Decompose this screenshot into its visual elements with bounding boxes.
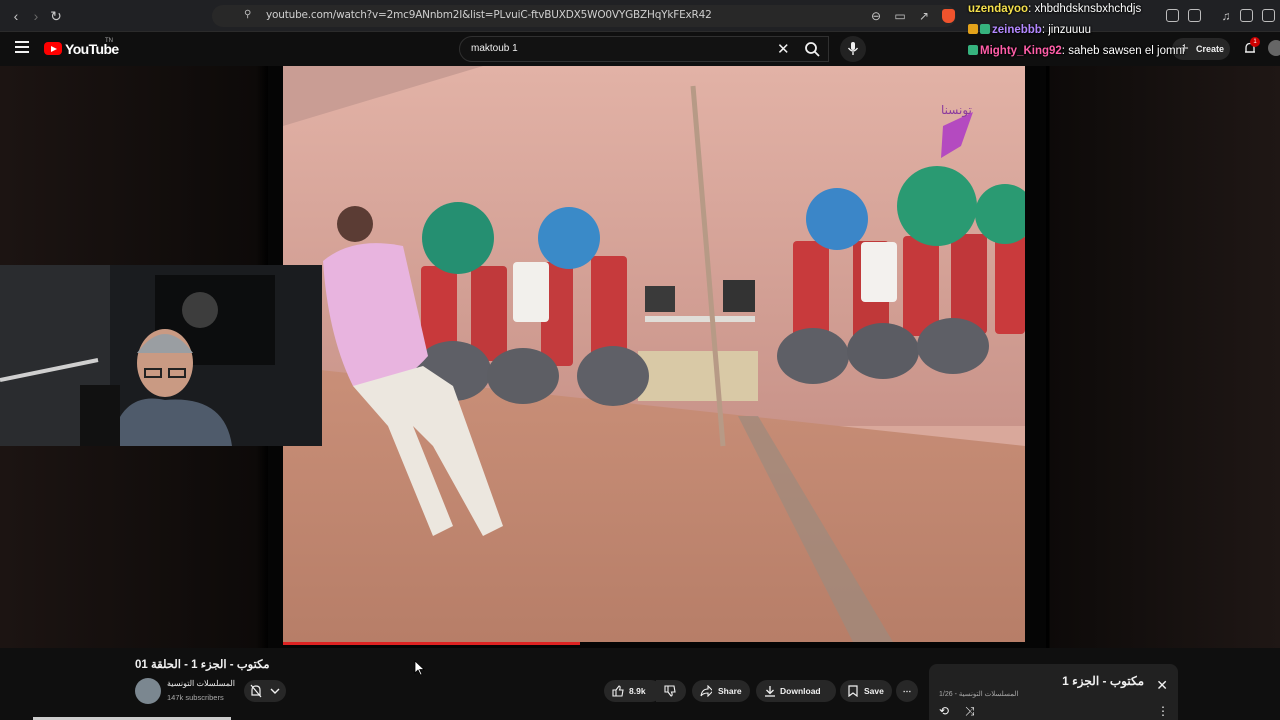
save-label: Save <box>864 686 884 696</box>
clear-search-icon[interactable]: ✕ <box>777 40 790 58</box>
playback-progress[interactable] <box>283 642 580 645</box>
create-label: Create <box>1196 44 1225 54</box>
streamer-webcam <box>0 265 322 446</box>
chat-message: uzendayoo: xhbdhdsknsbxhchdjs <box>968 3 1142 15</box>
chat-username: Mighty_King92 <box>980 45 1062 57</box>
chat-username: uzendayoo <box>968 3 1029 15</box>
search-query: maktoub 1 <box>471 43 518 54</box>
crown-badge-icon <box>968 24 978 34</box>
forward-icon[interactable]: › <box>26 6 46 26</box>
url-text: youtube.com/watch?v=2mc9ANnbm2I&list=PLv… <box>266 9 712 21</box>
more-actions-button[interactable]: ⋯ <box>896 680 918 702</box>
thumbs-down-icon <box>664 685 676 697</box>
shuffle-icon[interactable]: ⤨ <box>965 704 975 719</box>
search-icon <box>805 42 820 57</box>
subscribed-notification-button[interactable] <box>244 680 286 702</box>
download-label: Download <box>780 686 821 696</box>
playlist-position: 1/26 - المسلسلات التونسية <box>939 691 1019 698</box>
channel-name[interactable]: المسلسلات التونسية <box>167 679 235 688</box>
video-scene: تونسنا <box>283 66 1025 642</box>
account-avatar[interactable] <box>1268 40 1280 56</box>
subscriber-badge-icon <box>968 45 978 55</box>
voice-search-button[interactable] <box>840 36 866 62</box>
svg-text:تونسنا: تونسنا <box>941 103 972 118</box>
zoom-icon[interactable]: ⊖ <box>866 6 886 26</box>
youtube-play-icon <box>44 42 62 55</box>
more-icon: ⋯ <box>902 686 912 696</box>
chat-text: jinzuuuu <box>1048 24 1092 36</box>
mouse-cursor-icon <box>414 660 426 676</box>
share-button[interactable]: Share <box>692 680 750 702</box>
playlist-more-icon[interactable]: ⋮ <box>1157 704 1169 718</box>
reload-icon[interactable]: ↻ <box>46 6 66 26</box>
download-icon <box>765 686 775 697</box>
save-button[interactable]: Save <box>840 680 892 702</box>
bell-off-icon <box>250 684 280 698</box>
back-icon[interactable]: ‹ <box>6 6 26 26</box>
brave-shield-icon[interactable] <box>942 9 955 23</box>
like-count: 8.9k <box>629 686 646 696</box>
subscriber-count: 147k subscribers <box>167 693 224 702</box>
sidebar-icon[interactable] <box>1240 9 1253 22</box>
chat-message: Mighty_King92: saheb sawsen el jomni <box>968 45 1185 57</box>
extensions-icon[interactable] <box>1166 9 1179 22</box>
chat-message: zeinebbb: jinzuuuu <box>968 24 1091 36</box>
search-input[interactable]: maktoub 1 ✕ <box>459 36 829 62</box>
region-code: TN <box>105 38 113 44</box>
notification-badge: 1 <box>1250 37 1260 47</box>
share-page-icon[interactable]: ↗ <box>914 6 934 26</box>
video-frame[interactable]: تونسنا <box>283 66 1025 642</box>
loop-icon[interactable]: ⟲ <box>939 704 949 718</box>
wallet-icon[interactable] <box>1262 9 1275 22</box>
chat-text: saheb sawsen el jomni <box>1068 45 1185 57</box>
video-title: مكتوب - الجزء 1 - الحلقة 01 <box>135 659 270 671</box>
address-bar[interactable]: ⚲ youtube.com/watch?v=2mc9ANnbm2I&list=P… <box>212 5 956 27</box>
chat-text: xhbdhdsknsbxhchdjs <box>1034 3 1142 15</box>
download-tray-icon[interactable] <box>1188 9 1201 22</box>
playlist-panel[interactable]: مكتوب - الجزء 1 1/26 - المسلسلات التونسي… <box>929 664 1178 720</box>
close-playlist-icon[interactable]: ✕ <box>1156 677 1168 694</box>
save-playlist-icon <box>848 685 858 697</box>
dislike-button[interactable] <box>656 680 686 702</box>
like-button[interactable]: 8.9k <box>604 680 662 702</box>
share-label: Share <box>718 686 742 696</box>
playlist-title: مكتوب - الجزء 1 <box>1062 674 1144 688</box>
share-icon <box>700 685 712 697</box>
webcam-scene <box>0 265 322 446</box>
site-info-icon[interactable]: ⚲ <box>244 9 251 20</box>
channel-avatar[interactable] <box>135 678 161 704</box>
cast-icon[interactable]: ▭ <box>890 6 910 26</box>
media-icon[interactable]: ♫ <box>1216 6 1236 26</box>
thumbs-up-icon <box>612 685 624 697</box>
menu-icon[interactable] <box>15 41 29 53</box>
download-button[interactable]: Download <box>756 680 836 702</box>
chat-username: zeinebbb <box>992 24 1042 36</box>
microphone-icon <box>847 42 859 55</box>
subscriber-badge-icon <box>980 24 990 34</box>
search-button[interactable] <box>798 36 828 62</box>
